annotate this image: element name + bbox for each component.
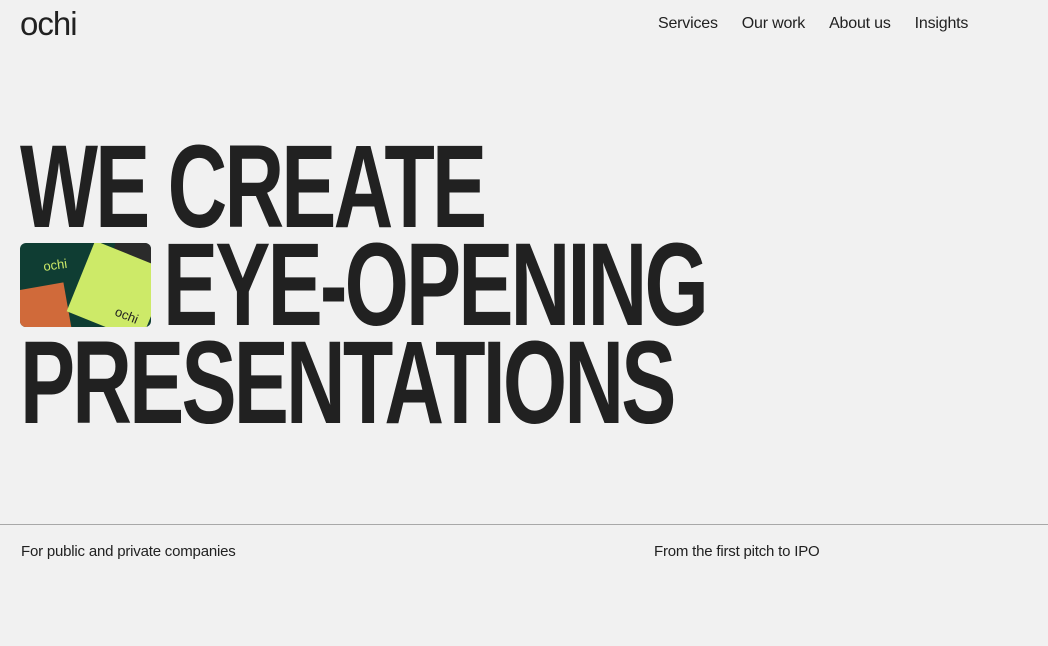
section-divider xyxy=(0,524,1048,525)
ochi-logo-mark: ochi xyxy=(20,6,78,38)
nav-link-about-us[interactable]: About us xyxy=(829,15,891,33)
hero-line-3-text: PRESENTATIONS xyxy=(20,317,676,449)
hero-thumbnail-image: ochi ochi xyxy=(20,243,151,327)
tagline-companies: For public and private companies xyxy=(21,543,236,560)
logo-text: ochi xyxy=(20,6,77,38)
hero-heading: WE CREATE ochi ochi EYE-OPENING PRESENTA… xyxy=(20,128,954,449)
nav-link-our-work[interactable]: Our work xyxy=(742,15,806,33)
nav-link-services[interactable]: Services xyxy=(658,15,718,33)
nav-link-insights[interactable]: Insights xyxy=(915,15,969,33)
hero-line-3: PRESENTATIONS xyxy=(20,317,954,449)
presentation-cards-illustration: ochi ochi xyxy=(20,243,151,327)
tagline-pitch-to-ipo: From the first pitch to IPO xyxy=(654,543,820,560)
ochi-logo[interactable]: ochi xyxy=(20,6,96,38)
main-navigation: Services Our work About us Insights xyxy=(658,15,968,33)
